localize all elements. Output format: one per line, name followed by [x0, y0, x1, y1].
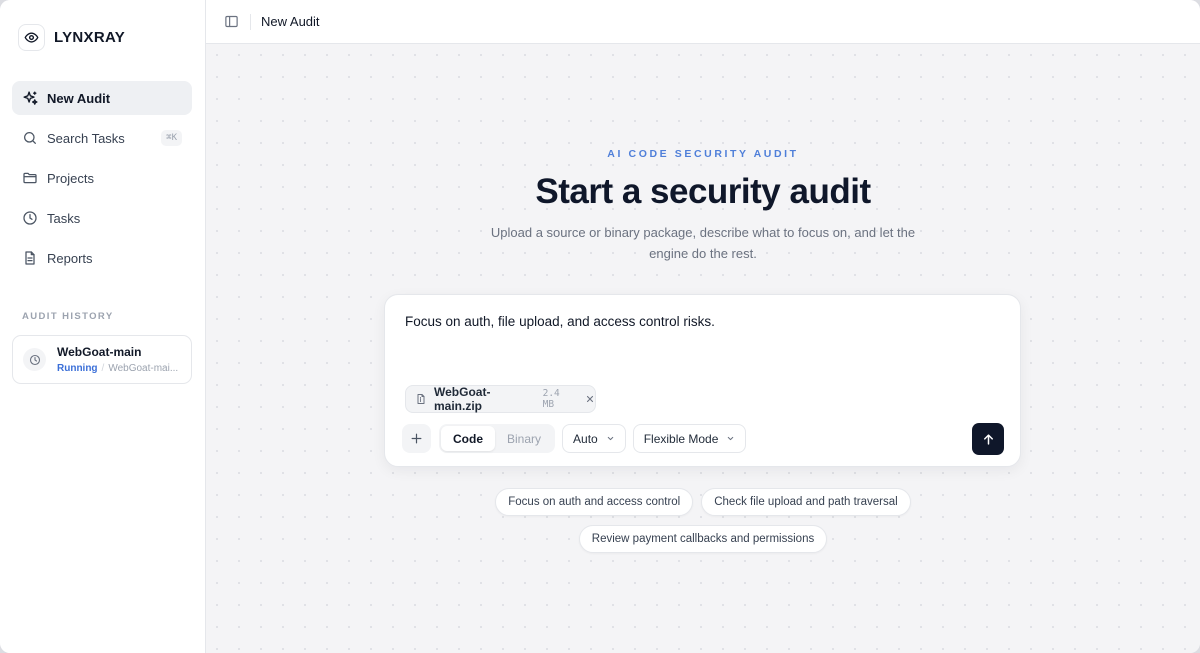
suggestion-chip[interactable]: Focus on auth and access control — [495, 488, 694, 516]
mode-select[interactable]: Flexible Mode — [632, 424, 747, 453]
audit-history-title: AUDIT HISTORY — [22, 311, 114, 322]
sidebar-item-label: New Audit — [47, 90, 111, 106]
file-name: WebGoat-main.zip — [434, 385, 491, 413]
attached-file-chip: WebGoat-main.zip 2.4 MB — [405, 385, 596, 413]
sidebar: LYNXRAY New Audit Search Tasks ⌘K Projec… — [0, 0, 206, 653]
canvas: AI CODE SECURITY AUDIT Start a security … — [206, 44, 1200, 653]
eye-icon — [18, 24, 45, 51]
divider — [250, 13, 251, 30]
main-area: New Audit AI CODE SECURITY AUDIT Start a… — [206, 0, 1200, 653]
sidebar-item-label: Reports — [47, 250, 93, 266]
suggestion-chip[interactable]: Review payment callbacks and permissions — [578, 525, 828, 553]
sidebar-nav: New Audit Search Tasks ⌘K Projects Tasks… — [12, 81, 192, 281]
hero-eyebrow: AI CODE SECURITY AUDIT — [607, 148, 799, 160]
sidebar-item-reports[interactable]: Reports — [12, 241, 192, 275]
sidebar-toggle-icon[interactable] — [223, 14, 239, 30]
mode-select-value: Flexible Mode — [643, 431, 719, 446]
document-icon — [21, 249, 39, 267]
history-item[interactable]: WebGoat-main Running / WebGoat-mai... — [12, 335, 192, 384]
sidebar-item-new-audit[interactable]: New Audit — [12, 81, 192, 115]
clock-icon — [21, 209, 39, 227]
mode-code-button[interactable]: Code — [441, 426, 495, 451]
add-attachment-button[interactable] — [402, 424, 431, 453]
page-title: New Audit — [261, 14, 320, 29]
file-icon — [415, 392, 427, 406]
hero-subtitle: Upload a source or binary package, descr… — [490, 225, 916, 261]
mode-binary-button[interactable]: Binary — [495, 426, 553, 451]
search-icon — [21, 129, 39, 147]
separator: / — [101, 363, 105, 374]
chevron-down-icon — [606, 434, 615, 443]
hero-title: Start a security audit — [535, 172, 871, 211]
sidebar-item-projects[interactable]: Projects — [12, 161, 192, 195]
sidebar-item-label: Projects — [47, 170, 94, 186]
audit-composer: Focus on auth, file upload, and access c… — [384, 294, 1021, 467]
sidebar-item-label: Search Tasks — [47, 130, 125, 146]
arrow-up-icon — [983, 433, 993, 445]
shortcut-badge: ⌘K — [161, 130, 182, 146]
composer-controls: Code Binary Auto Flexible Mode — [402, 424, 747, 453]
sidebar-item-tasks[interactable]: Tasks — [12, 201, 192, 235]
history-item-name: WebGoat-main — [57, 345, 142, 359]
mode-segmented-control: Code Binary — [439, 424, 556, 453]
close-icon[interactable] — [585, 394, 595, 404]
file-size: 2.4 MB — [542, 388, 560, 410]
sidebar-item-search-tasks[interactable]: Search Tasks ⌘K — [12, 121, 192, 155]
suggestion-chips: Focus on auth and access control Check f… — [206, 488, 1200, 562]
chevron-down-icon — [726, 434, 735, 443]
folder-icon — [21, 169, 39, 187]
model-select[interactable]: Auto — [562, 424, 626, 453]
prompt-input[interactable]: Focus on auth, file upload, and access c… — [405, 314, 715, 329]
suggestion-chip[interactable]: Check file upload and path traversal — [701, 488, 911, 516]
sidebar-item-label: Tasks — [47, 210, 81, 226]
sparkle-icon — [21, 89, 39, 107]
brand-name: LYNXRAY — [54, 29, 126, 46]
submit-button[interactable] — [972, 423, 1004, 455]
history-item-detail: WebGoat-mai... — [108, 363, 179, 374]
brand[interactable]: LYNXRAY — [18, 24, 125, 51]
app-window: LYNXRAY New Audit Search Tasks ⌘K Projec… — [0, 0, 1200, 653]
topbar: New Audit — [206, 0, 1200, 44]
model-select-value: Auto — [573, 431, 598, 446]
clock-icon — [23, 348, 46, 371]
status-badge: Running — [57, 363, 98, 374]
